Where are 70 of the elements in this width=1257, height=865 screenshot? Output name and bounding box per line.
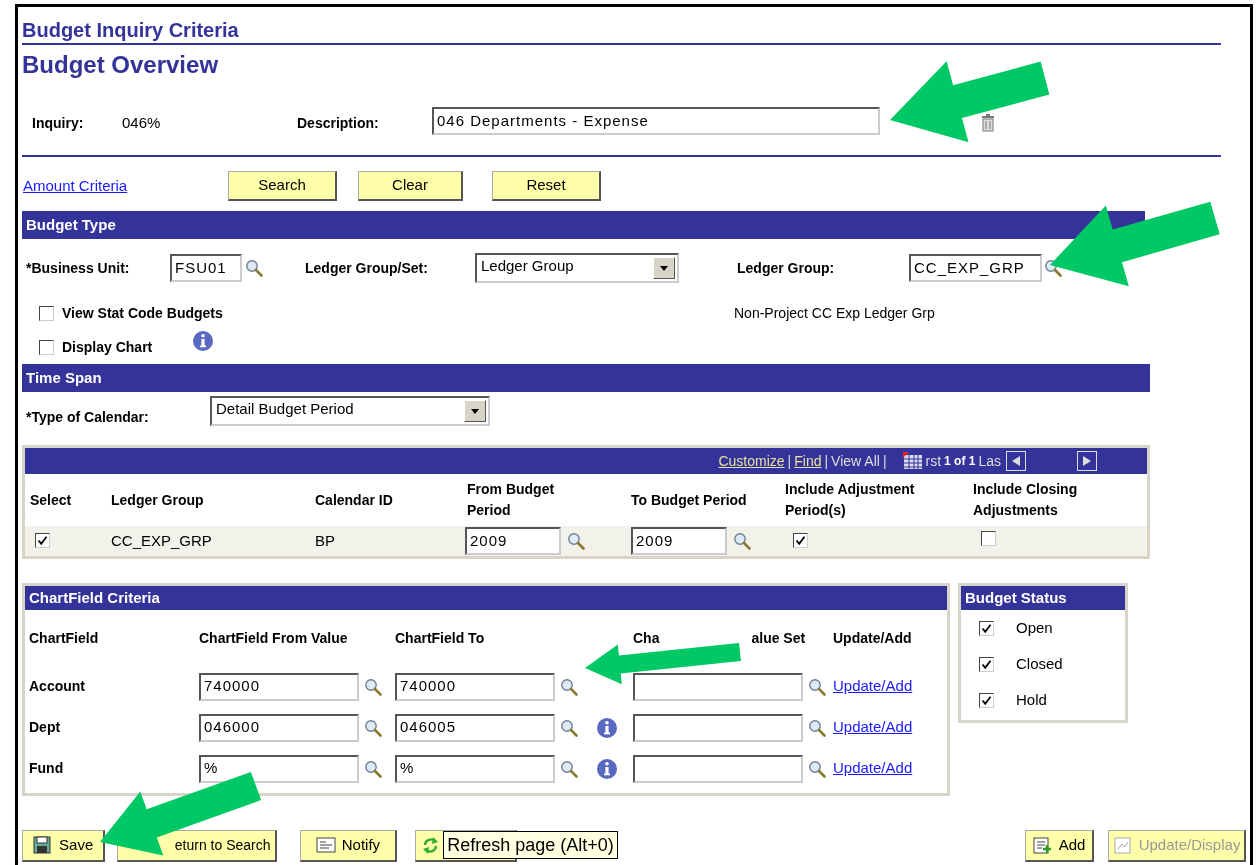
- column-header: Update/Add: [833, 628, 913, 648]
- column-header: ChartField: [29, 628, 100, 648]
- separator: |: [882, 451, 887, 471]
- last-link[interactable]: Las: [978, 450, 1001, 472]
- section-header: ChartField Criteria: [25, 586, 947, 610]
- column-header: Cha: [633, 628, 660, 648]
- dropdown[interactable]: Ledger Group: [475, 253, 679, 283]
- description-field[interactable]: 046 Departments - Expense: [432, 107, 880, 135]
- field-label: Description:: [297, 113, 380, 133]
- row-label: Account: [29, 678, 85, 694]
- notify-button[interactable]: Notify: [299, 830, 398, 862]
- view-all-text: View All: [831, 451, 880, 471]
- input-field[interactable]: CC_EXP_GRP: [909, 254, 1042, 282]
- input-field[interactable]: 2009: [465, 527, 561, 555]
- input-field[interactable]: 046005: [395, 713, 555, 742]
- inquiry-value: 046%: [122, 112, 162, 133]
- update-add-link[interactable]: Update/Add: [833, 718, 913, 736]
- reset-button[interactable]: Reset: [492, 171, 601, 201]
- add-button[interactable]: Add: [1025, 830, 1095, 862]
- save-button[interactable]: Save: [22, 830, 106, 862]
- update-add-link[interactable]: Update/Add: [833, 677, 913, 695]
- input-field[interactable]: 2009: [631, 527, 727, 555]
- column-header: Include Closing Adjustments: [973, 480, 1079, 520]
- field-label: Inquiry:: [32, 113, 85, 133]
- column-header: To Budget Period: [631, 490, 748, 510]
- update-add-link[interactable]: Update/Add: [833, 759, 913, 777]
- amount-criteria-link[interactable]: Amount Criteria: [23, 174, 228, 198]
- find-link[interactable]: Find: [794, 450, 822, 472]
- tooltip: Refresh page (Alt+0): [443, 831, 618, 859]
- field-label: Ledger Group:: [737, 258, 836, 278]
- input-field[interactable]: 740000: [395, 672, 555, 701]
- row-label: Fund: [29, 760, 64, 776]
- separator: |: [787, 451, 792, 471]
- checkbox-label: Open: [1016, 617, 1053, 638]
- breadcrumb-title: Budget Inquiry Criteria: [22, 17, 1221, 45]
- field-label: *Type of Calendar:: [26, 407, 150, 427]
- dropdown[interactable]: Detail Budget Period: [210, 396, 490, 426]
- table-cell: BP: [315, 531, 335, 549]
- column-header: ChartField From Value: [199, 628, 349, 648]
- column-header: Select: [30, 490, 73, 510]
- section-header: Budget Type: [22, 211, 1145, 239]
- clear-button[interactable]: Clear: [358, 171, 463, 201]
- input-field[interactable]: %: [395, 754, 555, 783]
- checkbox-label: Hold: [1016, 689, 1047, 710]
- column-header: ChartField To: [395, 628, 486, 648]
- input-field[interactable]: %: [199, 754, 359, 783]
- table-cell: CC_EXP_GRP: [111, 531, 212, 549]
- input-field[interactable]: 046000: [199, 713, 359, 742]
- input-field[interactable]: FSU01: [170, 254, 242, 282]
- field-label: *Business Unit:: [26, 258, 131, 278]
- section-header: Budget Status: [961, 586, 1125, 610]
- column-header: From Budget Period: [467, 480, 556, 520]
- column-header: Calendar ID: [315, 490, 394, 510]
- column-header: Include Adjustment Period(s): [785, 480, 916, 520]
- page-title: Budget Overview: [22, 50, 220, 80]
- page-count: 1 of 1: [944, 453, 976, 470]
- section-header: Time Span: [22, 364, 1150, 392]
- search-button[interactable]: Search: [228, 171, 337, 201]
- checkbox-label: Closed: [1016, 653, 1063, 674]
- column-header: Ledger Group: [111, 490, 205, 510]
- separator: |: [824, 451, 829, 471]
- customize-link[interactable]: Customize: [718, 450, 785, 472]
- input-field[interactable]: 740000: [199, 672, 359, 701]
- field-label: Ledger Group/Set:: [305, 258, 429, 278]
- first-link[interactable]: rst: [925, 450, 942, 472]
- ledger-group-description: Non-Project CC Exp Ledger Grp: [734, 303, 935, 323]
- row-label: Dept: [29, 719, 61, 735]
- checkbox-label: Display Chart: [62, 337, 153, 357]
- column-header: alue Set: [751, 628, 806, 648]
- checkbox-label: View Stat Code Budgets: [62, 303, 224, 323]
